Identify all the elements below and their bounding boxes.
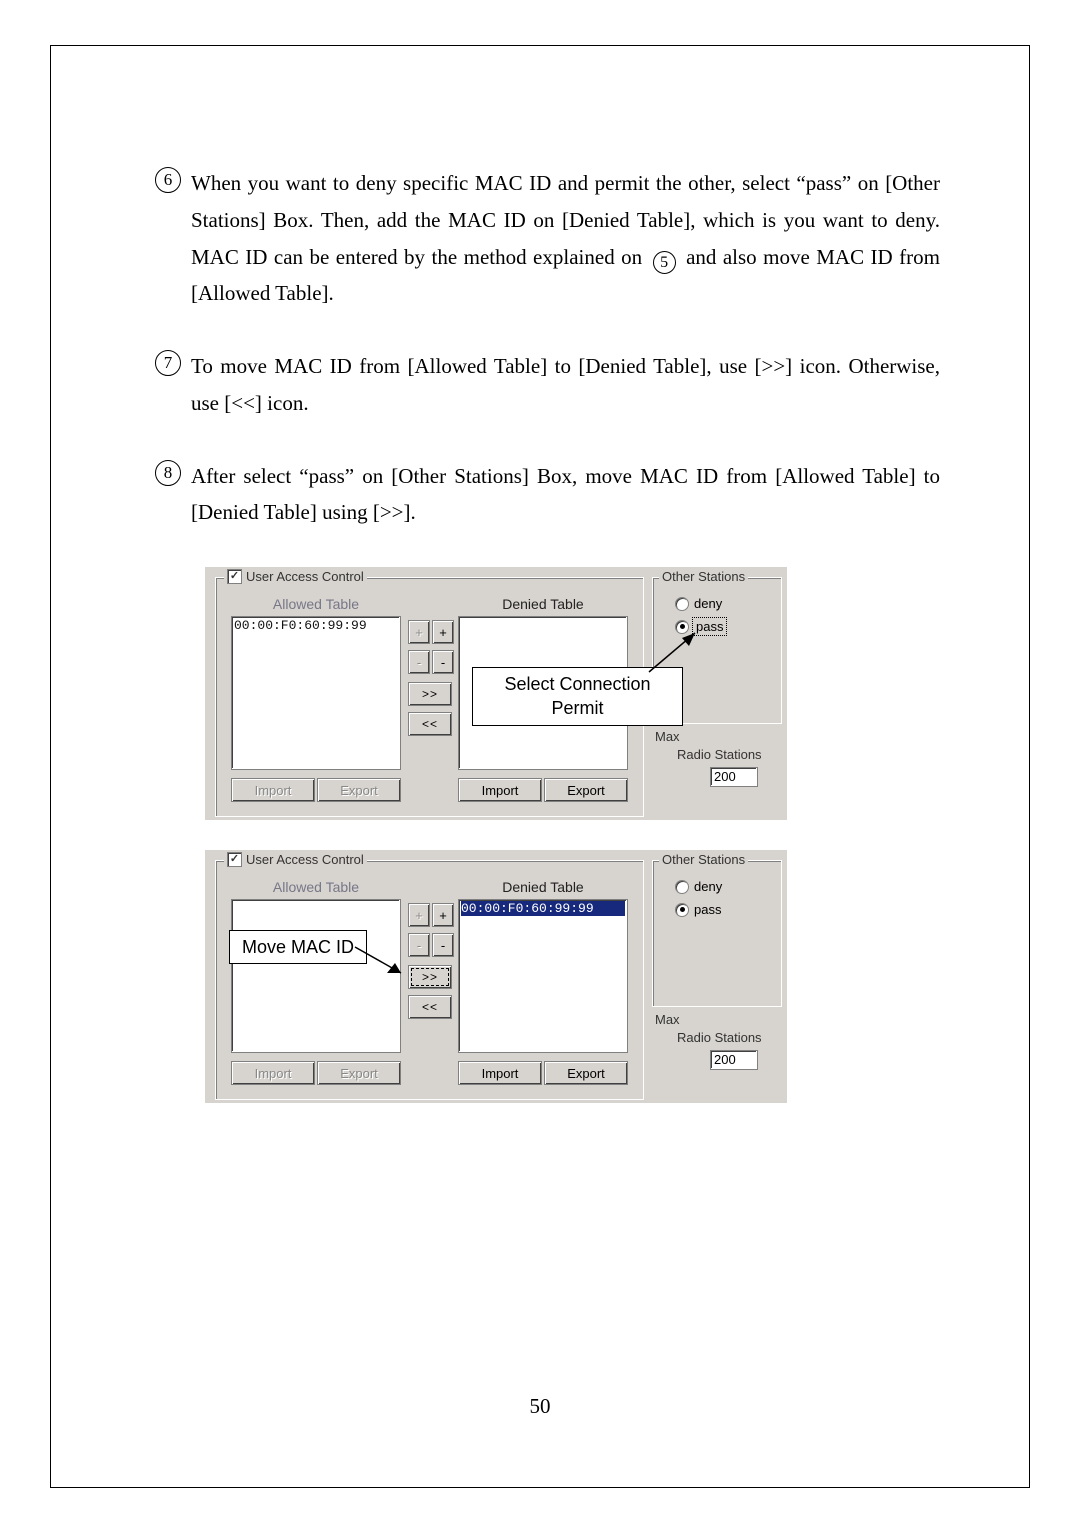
radio-deny-label: deny bbox=[694, 879, 722, 894]
screenshot-2: ✓ User Access Control Allowed Table Impo… bbox=[205, 850, 787, 1103]
move-right-button[interactable]: >> bbox=[408, 965, 452, 989]
checkbox-user-access-control[interactable]: ✓ bbox=[227, 569, 242, 584]
radio-pass[interactable] bbox=[675, 620, 689, 634]
allowed-import-button: Import bbox=[231, 1061, 315, 1085]
denied-table-title: Denied Table bbox=[458, 879, 628, 895]
move-right-button[interactable]: >> bbox=[408, 682, 452, 706]
denied-table-title: Denied Table bbox=[458, 596, 628, 612]
radio-deny[interactable] bbox=[675, 880, 689, 894]
list-item-text: After select “pass” on [Other Stations] … bbox=[191, 458, 940, 532]
move-left-button[interactable]: << bbox=[408, 995, 452, 1019]
page-number: 50 bbox=[0, 1394, 1080, 1419]
allowed-add-button: + bbox=[408, 903, 430, 927]
callout-select-connection-permit: Select Connection Permit bbox=[472, 667, 683, 726]
list-item-text: When you want to deny specific MAC ID an… bbox=[191, 165, 940, 312]
mac-id-entry[interactable]: 00:00:F0:60:99:99 bbox=[234, 618, 367, 633]
radio-pass-label: pass bbox=[694, 619, 725, 634]
allowed-remove-button: - bbox=[408, 650, 430, 674]
groupbox-label: User Access Control bbox=[246, 569, 364, 584]
allowed-import-button: Import bbox=[231, 778, 315, 802]
radio-deny[interactable] bbox=[675, 597, 689, 611]
denied-export-button[interactable]: Export bbox=[544, 778, 628, 802]
circled-number: 8 bbox=[155, 460, 181, 486]
radio-row-deny[interactable]: deny bbox=[675, 879, 722, 894]
max-stations-input[interactable]: 200 bbox=[710, 767, 758, 787]
radio-pass-label: pass bbox=[694, 902, 721, 917]
center-buttons: + + - - >> << bbox=[408, 620, 454, 736]
screenshot-1: ✓ User Access Control Allowed Table 00:0… bbox=[205, 567, 787, 820]
content-area: 6 When you want to deny specific MAC ID … bbox=[155, 165, 940, 1133]
allowed-table-section: Allowed Table 00:00:F0:60:99:99 Import E… bbox=[231, 596, 401, 802]
allowed-table-title: Allowed Table bbox=[231, 879, 401, 895]
denied-table-section: Denied Table 00:00:F0:60:99:99 Import Ex… bbox=[458, 879, 628, 1085]
allowed-remove-button: - bbox=[408, 933, 430, 957]
mac-id-entry[interactable]: 00:00:F0:60:99:99 bbox=[461, 901, 625, 916]
radio-group: deny pass bbox=[675, 596, 725, 634]
checkbox-user-access-control[interactable]: ✓ bbox=[227, 852, 242, 867]
max-stations-input[interactable]: 200 bbox=[710, 1050, 758, 1070]
radio-row-deny[interactable]: deny bbox=[675, 596, 725, 611]
allowed-table-listbox[interactable]: 00:00:F0:60:99:99 bbox=[231, 616, 401, 770]
denied-add-button[interactable]: + bbox=[432, 620, 454, 644]
denied-add-button[interactable]: + bbox=[432, 903, 454, 927]
denied-export-button[interactable]: Export bbox=[544, 1061, 628, 1085]
callout-line: Select Connection bbox=[504, 672, 650, 696]
other-stations-label: Other Stations bbox=[659, 852, 748, 867]
list-item-7: 7 To move MAC ID from [Allowed Table] to… bbox=[155, 348, 940, 422]
denied-import-button[interactable]: Import bbox=[458, 778, 542, 802]
inline-circled-ref: 5 bbox=[653, 251, 676, 274]
list-item-6: 6 When you want to deny specific MAC ID … bbox=[155, 165, 940, 312]
groupbox-other-stations: Other Stations deny pass bbox=[652, 860, 782, 1007]
other-stations-label: Other Stations bbox=[659, 569, 748, 584]
allowed-table-section: Allowed Table Import Export bbox=[231, 879, 401, 1085]
allowed-table-title: Allowed Table bbox=[231, 596, 401, 612]
max-label-line1: Max bbox=[655, 1012, 680, 1027]
allowed-table-listbox[interactable] bbox=[231, 899, 401, 1053]
groupbox-label: User Access Control bbox=[246, 852, 364, 867]
max-label-line1: Max bbox=[655, 729, 680, 744]
max-label-line2: Radio Stations bbox=[677, 747, 762, 762]
radio-pass[interactable] bbox=[675, 903, 689, 917]
radio-group: deny pass bbox=[675, 879, 722, 917]
move-left-button[interactable]: << bbox=[408, 712, 452, 736]
list-item-text: To move MAC ID from [Allowed Table] to [… bbox=[191, 348, 940, 422]
allowed-export-button: Export bbox=[317, 1061, 401, 1085]
callout-line: Move MAC ID bbox=[242, 935, 354, 959]
list-item-8: 8 After select “pass” on [Other Stations… bbox=[155, 458, 940, 532]
allowed-add-button: + bbox=[408, 620, 430, 644]
circled-number: 7 bbox=[155, 350, 181, 376]
circled-number: 6 bbox=[155, 167, 181, 193]
radio-row-pass[interactable]: pass bbox=[675, 619, 725, 634]
denied-remove-button[interactable]: - bbox=[432, 650, 454, 674]
max-label-line2: Radio Stations bbox=[677, 1030, 762, 1045]
denied-import-button[interactable]: Import bbox=[458, 1061, 542, 1085]
allowed-export-button: Export bbox=[317, 778, 401, 802]
callout-line: Permit bbox=[551, 696, 603, 720]
radio-row-pass[interactable]: pass bbox=[675, 902, 722, 917]
groupbox-user-access-control: ✓ User Access Control Allowed Table Impo… bbox=[215, 860, 644, 1100]
denied-remove-button[interactable]: - bbox=[432, 933, 454, 957]
callout-move-mac-id: Move MAC ID bbox=[229, 930, 367, 964]
denied-table-listbox[interactable]: 00:00:F0:60:99:99 bbox=[458, 899, 628, 1053]
center-buttons: + + - - >> << bbox=[408, 903, 454, 1019]
radio-deny-label: deny bbox=[694, 596, 722, 611]
